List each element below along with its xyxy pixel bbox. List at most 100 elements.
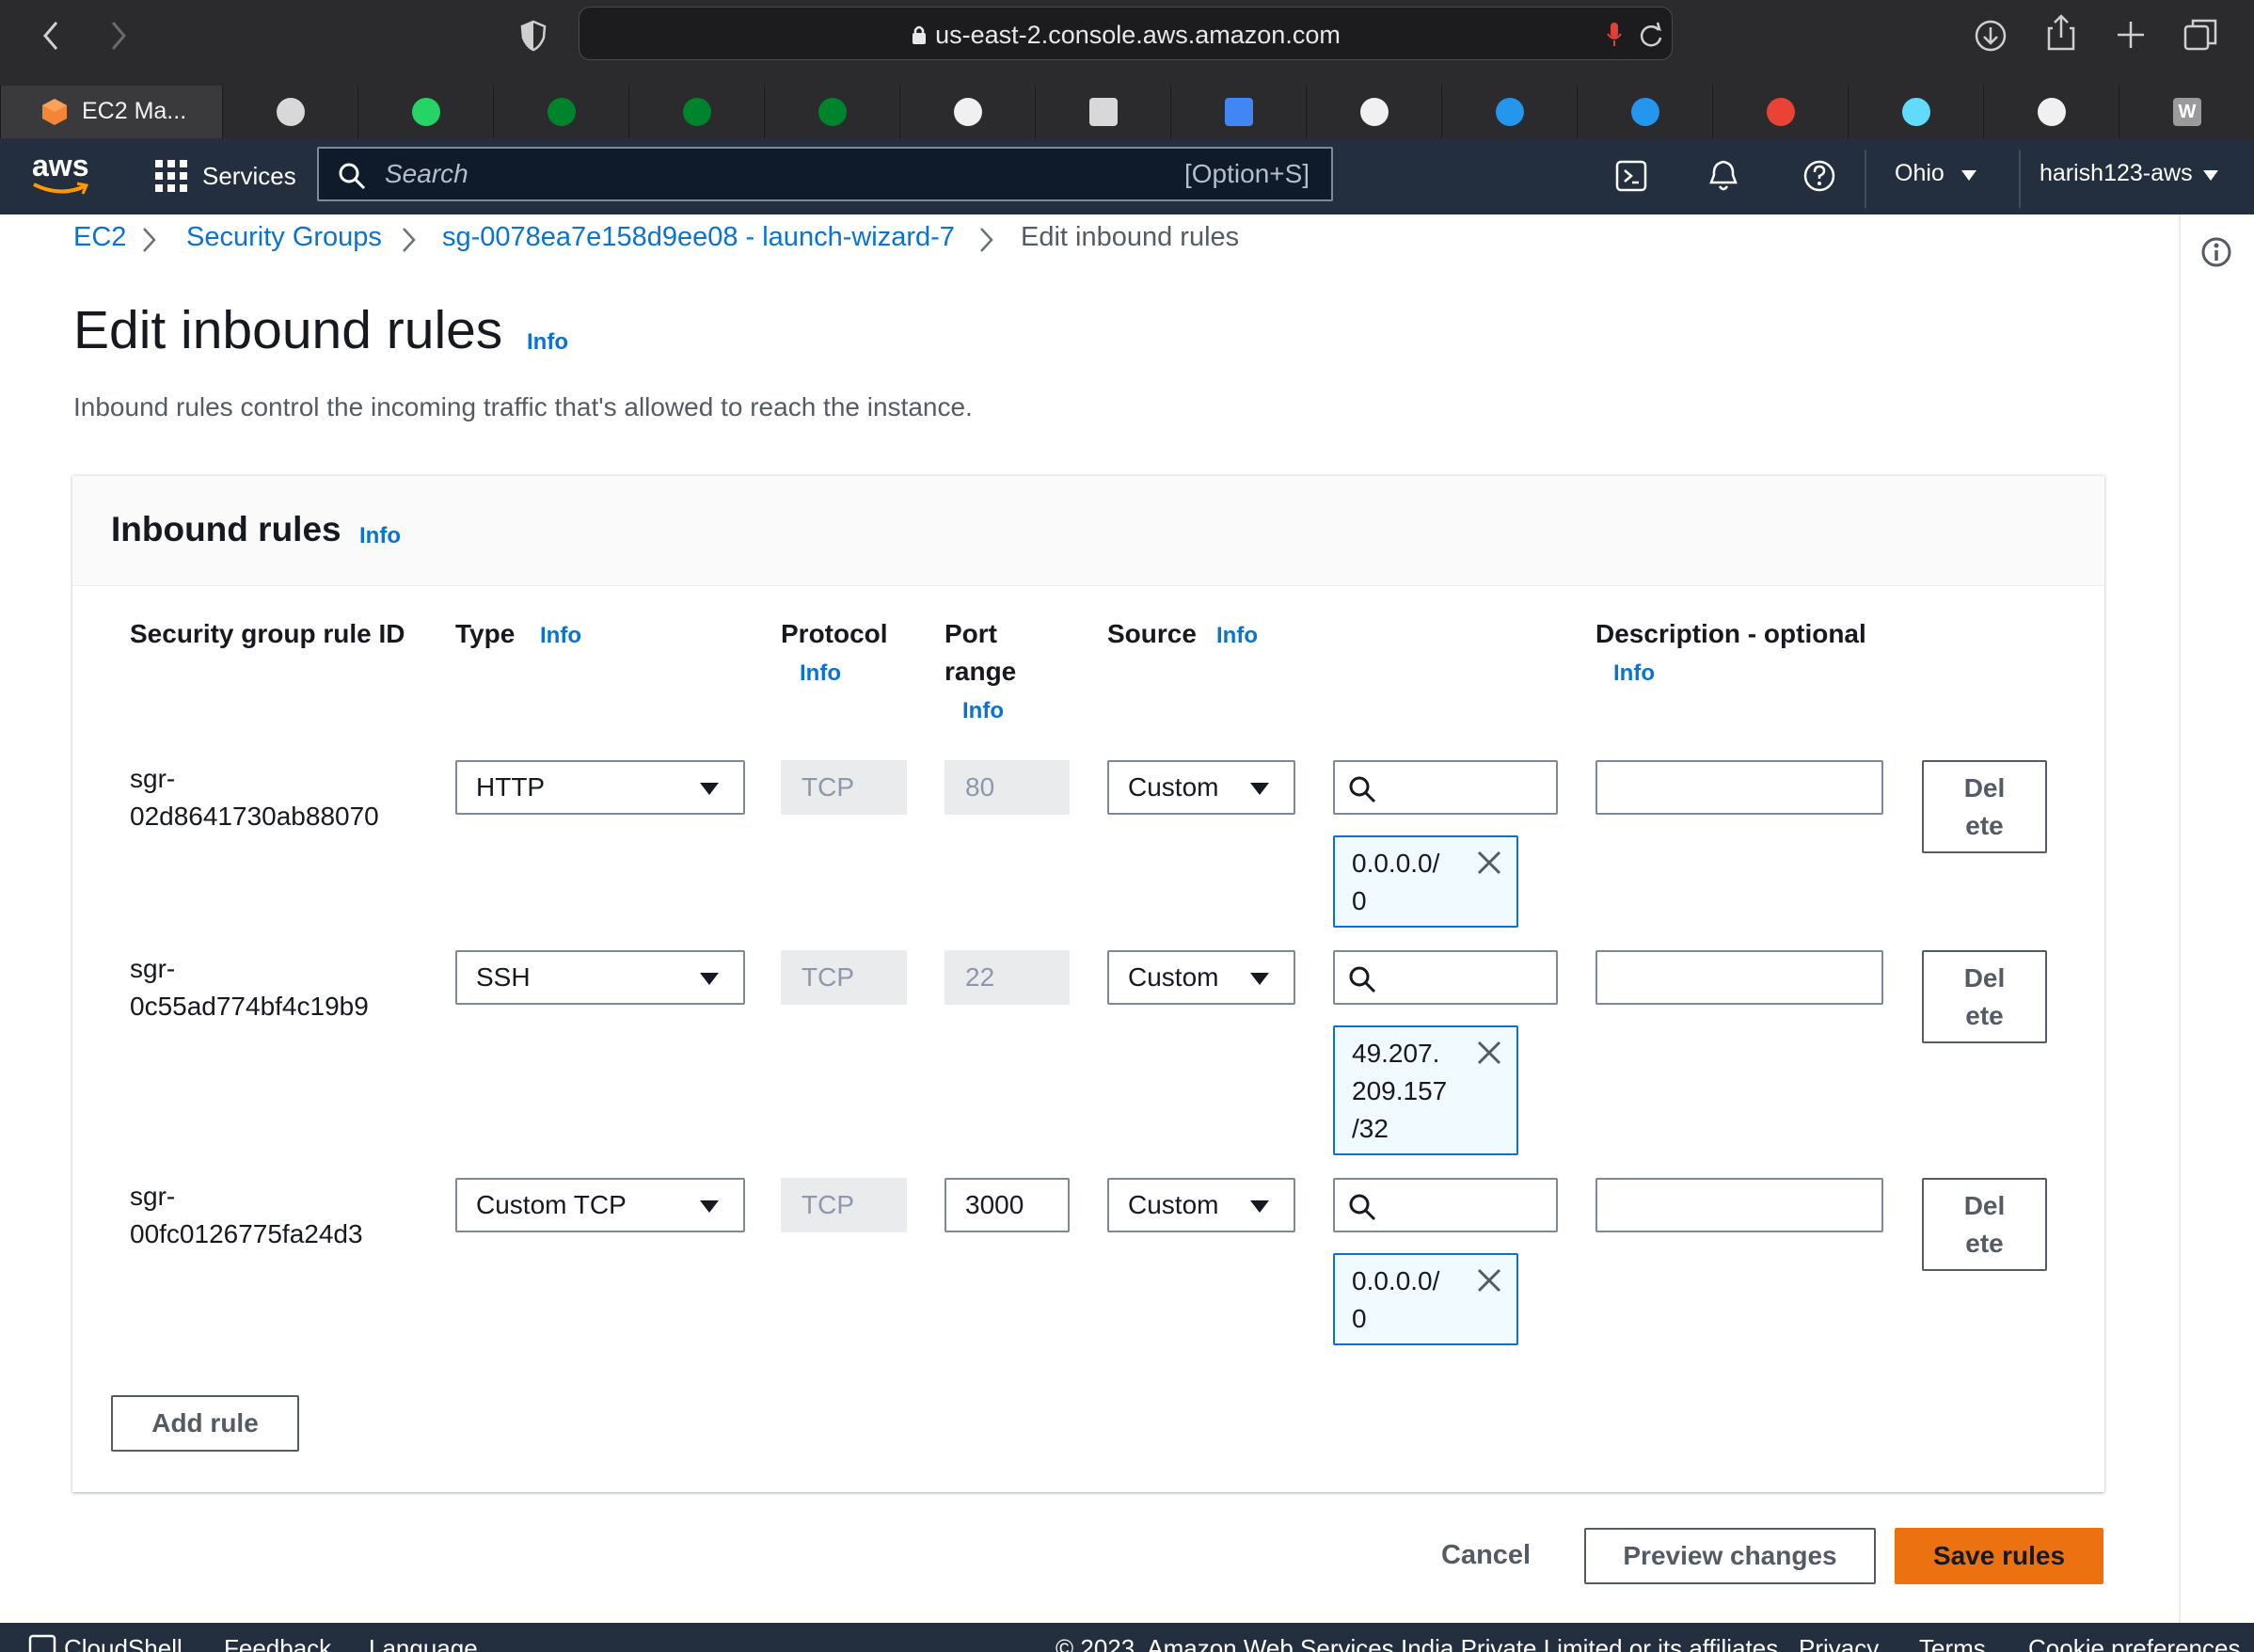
w-icon: W <box>2173 98 2201 126</box>
footer-language[interactable]: Language <box>369 1634 478 1652</box>
cidr-search-input[interactable] <box>1333 950 1558 1005</box>
footer-terms[interactable]: Terms <box>1919 1634 1986 1652</box>
tab-overview-icon[interactable] <box>2183 17 2218 53</box>
cancel-button[interactable]: Cancel <box>1441 1540 1531 1571</box>
url-text: us-east-2.console.aws.amazon.com <box>579 21 1672 50</box>
cidr-search-input[interactable] <box>1333 760 1558 815</box>
browser-tab[interactable] <box>1306 86 1441 138</box>
panel-title-info-link[interactable]: Info <box>359 523 401 549</box>
github-icon <box>2038 98 2066 126</box>
description-info-link[interactable]: Info <box>1613 660 1655 687</box>
browser-tab[interactable] <box>222 86 357 138</box>
cloudshell-icon <box>28 1634 56 1652</box>
preview-changes-button[interactable]: Preview changes <box>1584 1528 1876 1584</box>
search-icon <box>1349 776 1376 803</box>
page-title-info-link[interactable]: Info <box>527 329 568 356</box>
notifications-bell-icon[interactable] <box>1707 158 1739 194</box>
port-range-info-link[interactable]: Info <box>962 698 1004 724</box>
help-icon[interactable] <box>1802 159 1836 193</box>
caret-down-icon <box>1250 1200 1269 1213</box>
breadcrumb-ec2[interactable]: EC2 <box>73 222 126 253</box>
port-range-field: 80 <box>944 760 1070 815</box>
browser-tab[interactable] <box>357 86 493 138</box>
microphone-icon[interactable] <box>1605 21 1624 49</box>
breadcrumb-security-group[interactable]: sg-0078ea7e158d9ee08 - launch-wizard-7 <box>442 222 955 253</box>
panel-title: Inbound rules <box>111 510 341 548</box>
browser-tab[interactable] <box>1712 86 1848 138</box>
privacy-shield-icon[interactable] <box>519 19 548 53</box>
nav-divider <box>2019 150 2021 208</box>
cidr-search-input[interactable] <box>1333 1178 1558 1232</box>
rule-id: sgr- 02d8641730ab88070 <box>130 764 379 831</box>
info-panel-icon[interactable] <box>2199 235 2233 269</box>
type-select[interactable]: Custom TCP <box>455 1178 745 1232</box>
browser-tab[interactable]: W <box>2119 86 2254 138</box>
github-icon <box>954 98 982 126</box>
cloudshell-icon[interactable] <box>1615 160 1647 192</box>
footer-feedback[interactable]: Feedback <box>224 1634 331 1652</box>
browser-tab[interactable] <box>628 86 764 138</box>
browser-tab[interactable] <box>1170 86 1306 138</box>
chevron-right-icon <box>143 228 156 252</box>
downloads-icon[interactable] <box>1974 19 2008 53</box>
close-icon[interactable] <box>1475 849 1503 877</box>
github-icon <box>1360 98 1389 126</box>
protocol-field: TCP <box>781 760 907 815</box>
description-input[interactable] <box>1595 950 1883 1005</box>
browser-tab[interactable] <box>1441 86 1577 138</box>
lock-icon <box>913 25 927 44</box>
breadcrumb-security-groups[interactable]: Security Groups <box>186 222 382 253</box>
description-input[interactable] <box>1595 760 1883 815</box>
address-bar[interactable]: us-east-2.console.aws.amazon.com <box>579 7 1673 60</box>
footer-privacy[interactable]: Privacy <box>1799 1634 1879 1652</box>
type-select[interactable]: SSH <box>455 950 745 1005</box>
caret-down-icon <box>1250 973 1269 985</box>
services-menu-button[interactable]: Services <box>155 158 296 196</box>
search-placeholder: Search <box>385 159 468 188</box>
share-icon[interactable] <box>2045 13 2077 51</box>
browser-tab[interactable] <box>1848 86 1983 138</box>
aws-logo[interactable]: aws <box>32 149 92 198</box>
source-info-link[interactable]: Info <box>1216 623 1258 649</box>
tab-ec2[interactable]: EC2 Ma... <box>0 86 222 138</box>
delete-rule-button[interactable]: Del ete <box>1922 950 2047 1043</box>
caret-down-icon <box>2203 170 2218 181</box>
save-rules-button[interactable]: Save rules <box>1895 1528 2103 1584</box>
back-icon[interactable] <box>38 19 66 53</box>
add-rule-button[interactable]: Add rule <box>111 1395 299 1452</box>
source-type-select[interactable]: Custom <box>1107 950 1295 1005</box>
new-tab-icon[interactable] <box>2115 19 2147 51</box>
protocol-info-link[interactable]: Info <box>800 660 841 687</box>
reload-icon[interactable] <box>1638 21 1664 49</box>
port-range-input[interactable]: 3000 <box>944 1178 1070 1232</box>
delete-rule-button[interactable]: Del ete <box>1922 760 2047 853</box>
caret-down-icon <box>700 1200 719 1213</box>
caret-down-icon <box>700 783 719 795</box>
delete-rule-button[interactable]: Del ete <box>1922 1178 2047 1271</box>
account-menu[interactable]: harish123-aws <box>2040 160 2228 194</box>
source-type-select[interactable]: Custom <box>1107 1178 1295 1232</box>
type-info-link[interactable]: Info <box>540 623 581 649</box>
browser-tab[interactable] <box>1577 86 1712 138</box>
panel-divider <box>72 585 2104 586</box>
source-type-select[interactable]: Custom <box>1107 760 1295 815</box>
column-header-protocol: Protocol <box>781 619 888 648</box>
browser-tab[interactable] <box>764 86 899 138</box>
footer-cookie-preferences[interactable]: Cookie preferences <box>2028 1634 2240 1652</box>
footer-cloudshell[interactable]: CloudShell <box>28 1634 183 1652</box>
browser-tab[interactable] <box>493 86 628 138</box>
browser-tab[interactable] <box>899 86 1035 138</box>
browser-tab[interactable] <box>1983 86 2119 138</box>
description-input[interactable] <box>1595 1178 1883 1232</box>
browser-tab[interactable] <box>1035 86 1170 138</box>
forward-icon[interactable] <box>103 19 132 53</box>
close-icon[interactable] <box>1475 1039 1503 1067</box>
react-icon <box>1902 98 1930 126</box>
type-select[interactable]: HTTP <box>455 760 745 815</box>
search-icon <box>339 163 366 190</box>
protocol-field: TCP <box>781 1178 907 1232</box>
search-input[interactable]: Search [Option+S] <box>317 147 1333 201</box>
region-selector[interactable]: Ohio <box>1895 160 1989 194</box>
close-icon[interactable] <box>1475 1266 1503 1295</box>
cidr-token-text: 0 <box>1352 1304 1367 1333</box>
